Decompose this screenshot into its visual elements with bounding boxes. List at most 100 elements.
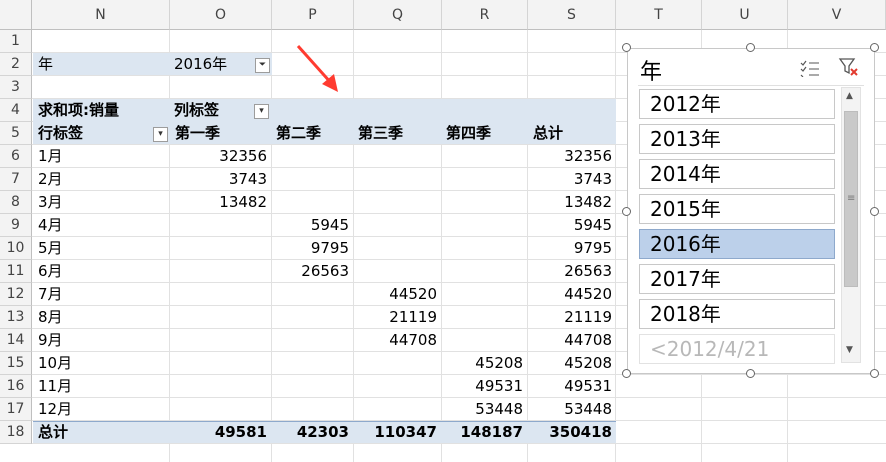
arrow-annotation-icon xyxy=(296,44,338,92)
row-header[interactable]: 15 xyxy=(0,352,32,375)
column-header-r[interactable]: R xyxy=(442,0,528,30)
row-total-cell: 49531 xyxy=(564,377,612,395)
month-label: 1月 xyxy=(38,147,63,165)
slicer-title: 年 xyxy=(640,60,663,85)
slicer-item[interactable]: 2013年 xyxy=(639,124,835,154)
column-header-o[interactable]: O xyxy=(170,0,272,30)
month-label: 3月 xyxy=(38,193,63,211)
row-header[interactable]: 10 xyxy=(0,237,32,260)
resize-handle[interactable] xyxy=(622,207,631,216)
column-header-t[interactable]: T xyxy=(616,0,702,30)
year-slicer[interactable]: 年 2012年 2013年 2014年 2015年 2016年 2017年 2018年 <20… xyxy=(627,48,875,374)
resize-handle[interactable] xyxy=(870,207,879,216)
row-header[interactable]: 5 xyxy=(0,122,32,145)
quarter-header: 第四季 xyxy=(446,124,492,142)
column-header-p[interactable]: P xyxy=(272,0,354,30)
slicer-item[interactable]: 2018年 xyxy=(639,299,835,329)
report-filter-label: 年 xyxy=(38,55,54,73)
row-total-cell: 5945 xyxy=(573,216,612,234)
slicer-item[interactable]: 2012年 xyxy=(639,89,835,119)
quarter-value-cell: 44520 xyxy=(389,285,437,303)
row-total-cell: 21119 xyxy=(564,308,612,326)
row-header[interactable]: 3 xyxy=(0,76,32,99)
row-header[interactable]: 16 xyxy=(0,375,32,398)
quarter-value-cell: 45208 xyxy=(475,354,523,372)
resize-handle[interactable] xyxy=(870,43,879,52)
scroll-up-icon[interactable]: ▲ xyxy=(846,91,853,101)
pivot-row-labels: 行标签 xyxy=(38,124,84,142)
column-labels-dropdown-icon[interactable]: ▾ xyxy=(254,104,269,119)
quarter-header: 第二季 xyxy=(276,124,322,142)
month-label: 11月 xyxy=(38,377,73,395)
quarter-value-cell: 9795 xyxy=(310,239,349,257)
row-header[interactable]: 1 xyxy=(0,30,32,53)
quarter-value-cell: 13482 xyxy=(219,193,267,211)
slicer-item[interactable]: 2017年 xyxy=(639,264,835,294)
resize-handle[interactable] xyxy=(746,369,755,378)
row-header[interactable]: 14 xyxy=(0,329,32,352)
month-label: 6月 xyxy=(38,262,63,280)
row-header[interactable]: 9 xyxy=(0,214,32,237)
row-total-cell: 45208 xyxy=(564,354,612,372)
row-header[interactable]: 12 xyxy=(0,283,32,306)
month-label: 9月 xyxy=(38,331,63,349)
quarter-value-cell: 32356 xyxy=(219,147,267,165)
row-header[interactable]: 8 xyxy=(0,191,32,214)
grand-total-label: 总计 xyxy=(38,423,69,441)
row-header[interactable]: 13 xyxy=(0,306,32,329)
quarter-value-cell: 26563 xyxy=(301,262,349,280)
quarter-value-cell: 3743 xyxy=(228,170,267,188)
row-total-cell: 26563 xyxy=(564,262,612,280)
month-label: 4月 xyxy=(38,216,63,234)
quarter-header: 第一季 xyxy=(175,124,221,142)
quarter-value-cell: 49531 xyxy=(475,377,523,395)
resize-handle[interactable] xyxy=(622,369,631,378)
filter-applied-icon[interactable]: ⏷ xyxy=(255,58,270,73)
month-label: 2月 xyxy=(38,170,63,188)
pivot-value-header: 求和项:销量 xyxy=(38,101,119,119)
grand-total-cell: 350418 xyxy=(549,423,612,441)
row-header[interactable]: 7 xyxy=(0,168,32,191)
column-header-s[interactable]: S xyxy=(528,0,616,30)
row-total-cell: 44708 xyxy=(564,331,612,349)
resize-handle[interactable] xyxy=(622,43,631,52)
month-label: 12月 xyxy=(38,400,73,418)
row-header[interactable]: 18 xyxy=(0,421,32,444)
row-total-cell: 3743 xyxy=(573,170,612,188)
slicer-item[interactable]: 2016年 xyxy=(639,229,835,259)
row-total-cell: 32356 xyxy=(564,147,612,165)
total-header: 总计 xyxy=(533,124,564,142)
row-labels-dropdown-icon[interactable]: ▾ xyxy=(153,127,168,142)
month-label: 10月 xyxy=(38,354,73,372)
grand-total-cell: 110347 xyxy=(374,423,437,441)
quarter-value-cell: 21119 xyxy=(389,308,437,326)
scroll-down-icon[interactable]: ▼ xyxy=(846,345,853,355)
slicer-item[interactable]: 2015年 xyxy=(639,194,835,224)
row-header[interactable]: 6 xyxy=(0,145,32,168)
multi-select-icon[interactable] xyxy=(800,59,820,77)
row-header[interactable]: 17 xyxy=(0,398,32,421)
quarter-header: 第三季 xyxy=(358,124,404,142)
grip-icon: ≡ xyxy=(847,193,856,204)
quarter-value-cell: 44708 xyxy=(389,331,437,349)
resize-handle[interactable] xyxy=(746,43,755,52)
month-label: 8月 xyxy=(38,308,63,326)
select-all-corner[interactable] xyxy=(0,0,32,30)
row-header[interactable]: 11 xyxy=(0,260,32,283)
row-header[interactable]: 4 xyxy=(0,99,32,122)
column-header-n[interactable]: N xyxy=(32,0,170,30)
month-label: 7月 xyxy=(38,285,63,303)
clear-filter-icon[interactable] xyxy=(838,57,860,77)
column-header-v[interactable]: V xyxy=(788,0,886,30)
row-total-cell: 13482 xyxy=(564,193,612,211)
row-header[interactable]: 2 xyxy=(0,53,32,76)
resize-handle[interactable] xyxy=(870,369,879,378)
row-total-cell: 44520 xyxy=(564,285,612,303)
report-filter-value: 2016年 xyxy=(174,55,228,73)
slicer-item[interactable]: <2012/4/21 xyxy=(639,334,835,364)
column-header-q[interactable]: Q xyxy=(354,0,442,30)
row-total-cell: 9795 xyxy=(573,239,612,257)
grand-total-cell: 42303 xyxy=(296,423,349,441)
column-header-u[interactable]: U xyxy=(702,0,788,30)
slicer-item[interactable]: 2014年 xyxy=(639,159,835,189)
